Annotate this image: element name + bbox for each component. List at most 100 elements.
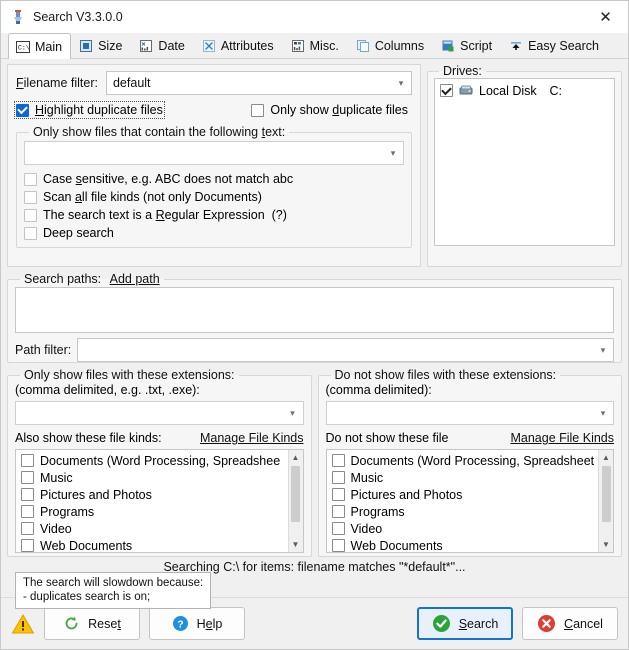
search-paths-group: Search paths: Add path Path filter: ▾ <box>7 272 622 363</box>
kind-label: Pictures and Photos <box>350 487 463 502</box>
add-path-link[interactable]: Add path <box>110 272 160 286</box>
scrollbar[interactable]: ▲ ▼ <box>598 450 613 552</box>
kind-checkbox[interactable] <box>21 471 34 484</box>
kind-checkbox[interactable] <box>331 488 345 501</box>
exclude-extensions-group: Do not show files with these extensions:… <box>317 368 622 557</box>
check-circle-icon <box>432 614 451 633</box>
exclude-kinds-label: Do not show these file <box>325 431 449 445</box>
help-button[interactable]: ? Help <box>149 607 245 640</box>
kind-checkbox[interactable] <box>331 539 345 552</box>
search-button[interactable]: Search <box>417 607 513 640</box>
exclude-kinds-listbox[interactable]: Documents (Word Processing, Spreadsheet … <box>325 449 614 553</box>
list-item[interactable]: Video <box>327 520 598 537</box>
reset-button[interactable]: Reset <box>44 607 140 640</box>
size-icon <box>80 40 93 52</box>
title-bar: Search V3.3.0.0 ✕ <box>1 1 628 33</box>
reset-label: Reset <box>88 616 121 631</box>
chevron-down-icon[interactable]: ▾ <box>593 402 613 424</box>
tab-easy-search[interactable]: Easy Search <box>501 33 608 58</box>
cancel-button[interactable]: Cancel <box>522 607 618 640</box>
tab-script-label: Script <box>460 39 493 53</box>
kind-checkbox[interactable] <box>21 505 34 518</box>
tab-script[interactable]: Script <box>433 33 501 58</box>
easy-search-icon <box>511 42 522 50</box>
chevron-down-icon[interactable]: ▾ <box>593 339 613 361</box>
list-item[interactable]: Programs <box>327 503 598 520</box>
list-item[interactable]: Web Documents <box>327 537 598 552</box>
exclude-extensions-legend: Do not show files with these extensions: <box>334 368 557 382</box>
close-icon[interactable]: ✕ <box>583 1 628 32</box>
drives-listbox[interactable]: Local Disk C: <box>434 78 615 246</box>
tab-size[interactable]: Size <box>71 33 131 58</box>
kind-checkbox[interactable] <box>331 471 345 484</box>
kind-label: Programs <box>40 504 95 519</box>
exclude-extensions-input[interactable]: ▾ <box>325 401 614 425</box>
case-sensitive-checkbox[interactable]: Case sensitive, e.g. ABC does not match … <box>24 172 404 186</box>
only-duplicates-checkbox[interactable]: Only show duplicate files <box>251 103 408 117</box>
tab-main[interactable]: C:\ Main <box>8 33 72 59</box>
filename-filter-input[interactable]: default ▾ <box>105 71 412 95</box>
path-filter-input[interactable]: ▾ <box>77 338 614 362</box>
list-item[interactable]: Pictures and Photos <box>16 486 287 503</box>
deep-search-checkbox[interactable]: Deep search <box>24 226 404 240</box>
manage-file-kinds-link-exclude[interactable]: Manage File Kinds <box>510 431 614 445</box>
list-item[interactable]: Web Documents <box>16 537 287 552</box>
list-item[interactable]: Video <box>16 520 287 537</box>
kind-label: Documents (Word Processing, Spreadsheet <box>350 453 595 468</box>
scroll-up-icon[interactable]: ▲ <box>599 450 614 465</box>
tooltip-line-1: The search will slowdown because: <box>23 577 204 589</box>
kind-checkbox[interactable] <box>331 454 345 467</box>
kind-checkbox[interactable] <box>21 539 34 552</box>
columns-icon <box>356 40 369 52</box>
checkbox-mark <box>24 190 37 204</box>
contains-text-legend: Only show files that contain the followi… <box>33 125 286 139</box>
list-item[interactable]: Documents (Word Processing, Spreadshee <box>16 452 287 469</box>
kind-label: Video <box>350 521 383 536</box>
tab-size-label: Size <box>98 39 123 53</box>
drive-name: Local Disk <box>479 83 537 98</box>
regex-checkbox[interactable]: The search text is a Regular Expression … <box>24 208 404 222</box>
chevron-down-icon[interactable]: ▾ <box>283 402 303 424</box>
kind-checkbox[interactable] <box>331 505 345 518</box>
tab-attributes[interactable]: Attributes <box>194 33 283 58</box>
list-item[interactable]: Music <box>16 469 287 486</box>
kind-checkbox[interactable] <box>21 488 34 501</box>
tooltip-line-2: - duplicates search is on; <box>23 591 151 603</box>
drive-row[interactable]: Local Disk C: <box>435 82 614 99</box>
tab-date[interactable]: Date <box>131 33 193 58</box>
kind-checkbox[interactable] <box>21 454 34 467</box>
scroll-down-icon[interactable]: ▼ <box>288 537 303 552</box>
search-paths-listbox[interactable] <box>15 287 614 333</box>
kind-checkbox[interactable] <box>331 522 345 535</box>
chevron-down-icon[interactable]: ▾ <box>391 72 411 94</box>
include-extensions-input[interactable]: ▾ <box>15 401 304 425</box>
list-item[interactable]: Documents (Word Processing, Spreadsheet <box>327 452 598 469</box>
scroll-thumb[interactable] <box>291 466 300 522</box>
scan-all-kinds-checkbox[interactable]: Scan all file kinds (not only Documents) <box>24 190 404 204</box>
tab-misc[interactable]: Misc. <box>283 33 348 58</box>
drive-checkbox[interactable] <box>440 84 453 97</box>
highlight-duplicates-checkbox[interactable]: Highlight duplicate files <box>14 101 165 119</box>
help-label: Help <box>196 616 223 631</box>
kind-checkbox[interactable] <box>21 522 34 535</box>
scroll-thumb[interactable] <box>601 466 611 522</box>
scroll-down-icon[interactable]: ▼ <box>599 537 614 552</box>
scrollbar[interactable]: ▲ ▼ <box>287 450 303 552</box>
manage-file-kinds-link-include[interactable]: Manage File Kinds <box>200 431 304 445</box>
include-kinds-listbox[interactable]: Documents (Word Processing, Spreadshee M… <box>15 449 304 553</box>
chevron-down-icon[interactable]: ▾ <box>383 142 403 164</box>
path-filter-label: Path filter: <box>15 343 72 357</box>
list-item[interactable]: Music <box>327 469 598 486</box>
question-circle-icon: ? <box>172 615 189 632</box>
checkbox-mark <box>24 172 37 186</box>
drives-legend: Drives: <box>443 64 482 78</box>
scroll-up-icon[interactable]: ▲ <box>288 450 303 465</box>
list-item[interactable]: Programs <box>16 503 287 520</box>
tab-columns[interactable]: Columns <box>348 33 433 58</box>
checkbox-mark <box>251 103 265 117</box>
script-icon <box>442 40 454 52</box>
hard-disk-icon <box>459 84 473 97</box>
case-sensitive-label: Case sensitive, e.g. ABC does not match … <box>43 172 294 186</box>
contains-text-input[interactable]: ▾ <box>24 141 404 165</box>
list-item[interactable]: Pictures and Photos <box>327 486 598 503</box>
